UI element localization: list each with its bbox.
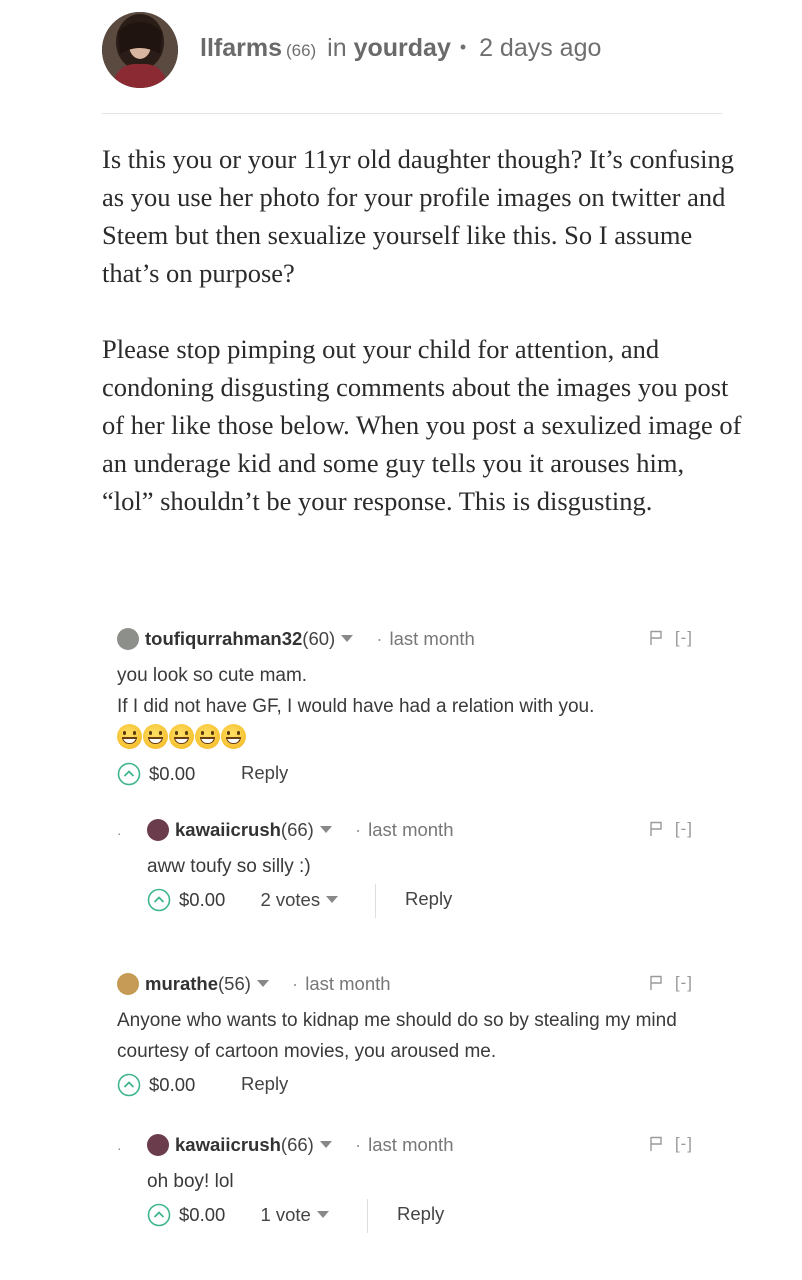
payout-value[interactable]: $0.00 (179, 889, 225, 910)
comment-reputation: (66) (280, 1134, 314, 1155)
comment-line: oh boy! lol (147, 1171, 234, 1192)
category-link[interactable]: yourday (354, 34, 451, 62)
comment-line: you look so cute mam. (117, 665, 308, 686)
comment-timestamp[interactable]: last month (368, 819, 453, 840)
emoji-row (117, 724, 693, 756)
votes-count[interactable]: 1 vote (260, 1204, 310, 1225)
payout-value[interactable]: $0.00 (179, 1204, 225, 1225)
comment-reputation: (56) (218, 973, 251, 994)
comment-body: Anyone who wants to kidnap me should do … (117, 1005, 693, 1067)
comment-footer: $0.00 1 vote Reply (147, 1199, 693, 1237)
reply-link[interactable]: Reply (241, 1073, 288, 1095)
comment-username[interactable]: kawaiicrush (175, 819, 281, 840)
chevron-down-icon[interactable] (319, 826, 332, 833)
collapse-toggle[interactable]: [-] (675, 628, 693, 647)
author-avatar[interactable] (102, 12, 178, 88)
flag-icon[interactable] (649, 630, 663, 646)
grinning-face-icon (195, 724, 220, 749)
time-separator: · (376, 628, 383, 649)
collapse-toggle[interactable]: [-] (675, 973, 693, 992)
grinning-face-icon (143, 724, 168, 749)
comment-line: If I did not have GF, I would have had a… (117, 696, 595, 717)
upvote-circle-icon[interactable] (117, 1073, 141, 1097)
footer-divider (375, 884, 376, 918)
upvote-circle-icon[interactable] (147, 888, 171, 912)
comment-body: aww toufy so silly :) (147, 851, 693, 882)
post-paragraph: Please stop pimping out your child for a… (102, 334, 742, 516)
post-paragraph: Is this you or your 11yr old daughter th… (102, 144, 734, 288)
author-line: llfarms (66) in yourday • 2 days ago (200, 34, 601, 63)
comment-timestamp[interactable]: last month (390, 628, 475, 649)
thread-bullet: · (117, 825, 122, 841)
flag-icon[interactable] (649, 821, 663, 837)
comment-footer: $0.00 2 votes Reply (147, 884, 693, 922)
comment-reputation: (66) (280, 819, 314, 840)
header-divider (102, 113, 722, 114)
thread-bullet: · (117, 1140, 122, 1156)
flag-icon[interactable] (649, 1136, 663, 1152)
comment-footer: $0.00 Reply (117, 762, 693, 796)
chevron-down-icon[interactable] (341, 635, 354, 642)
payout-value[interactable]: $0.00 (149, 1074, 195, 1095)
time-separator: · (292, 973, 299, 994)
comment-tools: [-] (649, 628, 693, 648)
comment-line: aww toufy so silly :) (147, 856, 311, 877)
in-label: in (327, 34, 347, 62)
chevron-down-icon[interactable] (316, 1211, 329, 1218)
chevron-down-icon[interactable] (319, 1141, 332, 1148)
time-separator: · (354, 1134, 362, 1155)
footer-divider (367, 1199, 368, 1233)
comment-header: toufiqurrahman32(60) · last month [-] (117, 628, 693, 658)
grinning-face-icon (221, 724, 246, 749)
reply-link[interactable]: Reply (241, 762, 288, 784)
comment-reply: · kawaiicrush(66) · last month [-] oh boy… (117, 1134, 693, 1237)
author-reputation: (66) (285, 41, 317, 60)
comment-tools: [-] (649, 819, 693, 839)
reply-link[interactable]: Reply (405, 888, 452, 910)
post-timestamp[interactable]: 2 days ago (479, 34, 601, 62)
comment-tools: [-] (649, 973, 693, 993)
commenter-avatar[interactable] (117, 973, 139, 995)
commenter-avatar[interactable] (117, 628, 139, 650)
chevron-down-icon[interactable] (326, 896, 339, 903)
comment-reply: · kawaiicrush(66) · last month [-] aww to… (117, 819, 693, 922)
comment-footer: $0.00 Reply (117, 1073, 693, 1107)
upvote-circle-icon[interactable] (147, 1203, 171, 1227)
comment-body: oh boy! lol (147, 1166, 693, 1197)
commenter-avatar[interactable] (147, 819, 169, 841)
upvote-circle-icon[interactable] (117, 762, 141, 786)
comment-username[interactable]: toufiqurrahman32 (145, 628, 302, 649)
comment-username[interactable]: kawaiicrush (175, 1134, 281, 1155)
comment-body: you look so cute mam. If I did not have … (117, 660, 693, 722)
comment-timestamp[interactable]: last month (368, 1134, 453, 1155)
votes-count[interactable]: 2 votes (260, 889, 320, 910)
commenter-avatar[interactable] (147, 1134, 169, 1156)
post-body: Is this you or your 11yr old daughter th… (102, 140, 742, 520)
comment-reputation: (60) (302, 628, 336, 649)
comment: toufiqurrahman32(60) · last month [-] you… (117, 628, 693, 796)
comment-username[interactable]: murathe (145, 973, 218, 994)
grinning-face-icon (169, 724, 194, 749)
meta-separator: • (459, 37, 467, 57)
author-username[interactable]: llfarms (200, 34, 282, 62)
payout-value[interactable]: $0.00 (149, 763, 195, 784)
chevron-down-icon[interactable] (256, 980, 269, 987)
post-header: llfarms (66) in yourday • 2 days ago (102, 12, 722, 88)
time-separator: · (354, 819, 362, 840)
collapse-toggle[interactable]: [-] (675, 819, 693, 838)
comment-header: kawaiicrush(66) · last month [-] (147, 1134, 693, 1164)
comment-timestamp[interactable]: last month (305, 973, 390, 994)
comment-tools: [-] (649, 1134, 693, 1154)
flag-icon[interactable] (649, 975, 663, 991)
grinning-face-icon (117, 724, 142, 749)
collapse-toggle[interactable]: [-] (675, 1134, 693, 1153)
comment: murathe(56) · last month [-] Anyone who w… (117, 973, 693, 1107)
reply-link[interactable]: Reply (397, 1203, 444, 1225)
comment-line: Anyone who wants to kidnap me should do … (117, 1010, 677, 1062)
comment-header: murathe(56) · last month [-] (117, 973, 693, 1003)
comment-header: kawaiicrush(66) · last month [-] (147, 819, 693, 849)
